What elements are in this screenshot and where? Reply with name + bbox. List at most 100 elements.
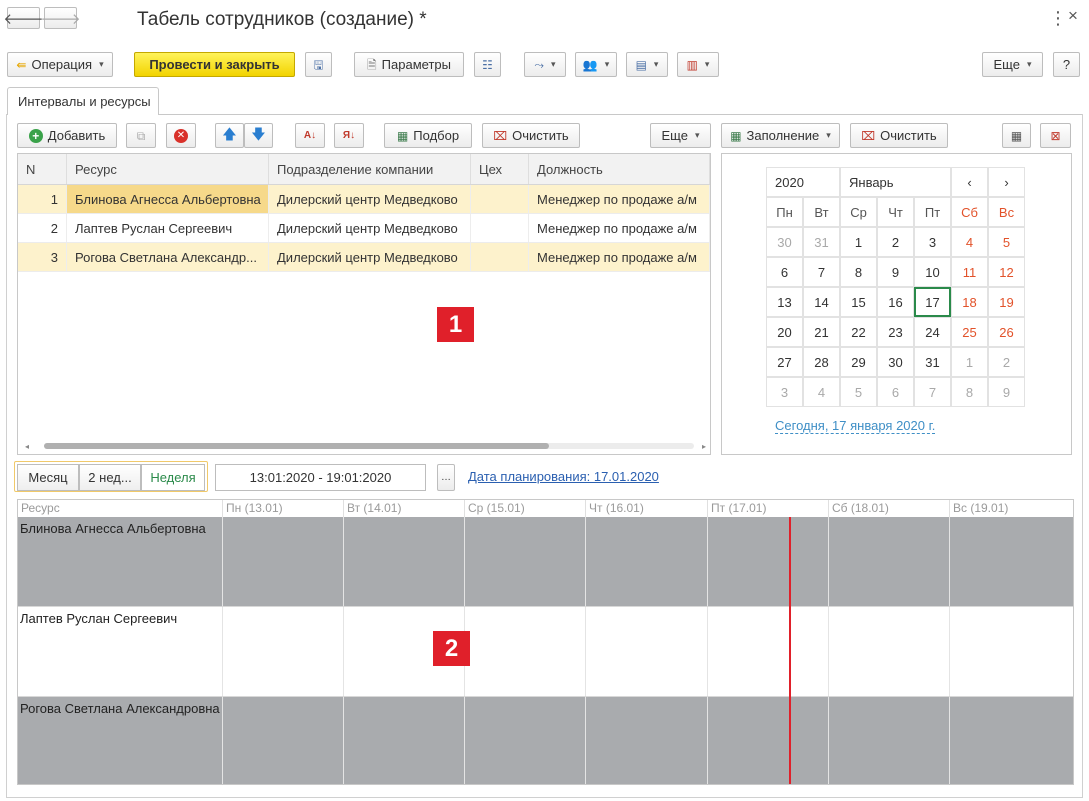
calendar-day[interactable]: 2 <box>877 227 914 257</box>
scroll-left-icon[interactable]: ◂ <box>25 442 29 451</box>
operation-button[interactable]: ⇚ Операция <box>7 52 113 77</box>
scrollbar-thumb[interactable] <box>44 443 549 449</box>
sort-asc-button[interactable]: A↓ <box>295 123 325 148</box>
year-field[interactable]: 2020 <box>766 167 840 197</box>
calendar-day[interactable]: 18 <box>951 287 988 317</box>
calendar-day[interactable]: 13 <box>766 287 803 317</box>
calendar-day[interactable]: 27 <box>766 347 803 377</box>
range-select-button[interactable]: … <box>437 464 455 491</box>
calendar-day[interactable]: 7 <box>803 257 840 287</box>
calendar-day[interactable]: 7 <box>914 377 951 407</box>
delete-button[interactable]: ✕ <box>166 123 196 148</box>
calendar-day[interactable]: 4 <box>951 227 988 257</box>
calendar-day[interactable]: 6 <box>766 257 803 287</box>
menu-dots-icon[interactable]: ⋮ <box>1049 8 1067 29</box>
calendar-day[interactable]: 3 <box>766 377 803 407</box>
month-field[interactable]: Январь <box>840 167 951 197</box>
period-week-button[interactable]: Неделя <box>141 464 205 491</box>
calendar-day[interactable]: 31 <box>803 227 840 257</box>
scroll-right-icon[interactable]: ▸ <box>702 442 706 451</box>
calendar-day[interactable]: 21 <box>803 317 840 347</box>
calendar-day[interactable]: 12 <box>988 257 1025 287</box>
horizontal-scrollbar[interactable] <box>44 443 694 449</box>
next-month-button[interactable]: › <box>988 167 1025 197</box>
add-button[interactable]: + Добавить <box>17 123 117 148</box>
table-clear-button[interactable]: ⊠ <box>1040 123 1071 148</box>
calendar-day[interactable]: 9 <box>988 377 1025 407</box>
save-button[interactable]: 🖫 <box>305 52 332 77</box>
calendar-day[interactable]: 25 <box>951 317 988 347</box>
selection-button[interactable]: ▦ Подбор <box>384 123 472 148</box>
clear-schedule-button[interactable]: ⌧ Очистить <box>850 123 948 148</box>
table-more-button[interactable]: Еще <box>650 123 711 148</box>
calendar-day[interactable]: 11 <box>951 257 988 287</box>
close-icon[interactable]: × <box>1068 6 1078 26</box>
move-down-button[interactable]: 🡇 <box>244 123 273 148</box>
move-up-button[interactable]: 🡅 <box>215 123 244 148</box>
reports-button[interactable]: ▥ <box>677 52 719 77</box>
back-button[interactable]: 🡐 <box>3 7 44 29</box>
calendar-day[interactable]: 2 <box>988 347 1025 377</box>
calendar-day[interactable]: 4 <box>803 377 840 407</box>
calendar-day[interactable]: 15 <box>840 287 877 317</box>
period-2weeks-button[interactable]: 2 нед... <box>79 464 141 491</box>
copy-button[interactable]: ⧉ <box>126 123 156 148</box>
resources-table[interactable]: N Ресурс Подразделение компании Цех Долж… <box>17 153 711 455</box>
calendar-day[interactable]: 5 <box>988 227 1025 257</box>
parameters-button[interactable]: 🗎 Параметры <box>354 52 464 77</box>
calendar-day[interactable]: 17 <box>914 287 951 317</box>
timeline-panel[interactable]: Блинова Агнесса Альбертовна Лаптев Русла… <box>17 499 1074 785</box>
today-link[interactable]: Сегодня, 17 января 2020 г. <box>775 418 936 434</box>
more-button[interactable]: Еще <box>982 52 1043 77</box>
calendar-day[interactable]: 22 <box>840 317 877 347</box>
calendar-button[interactable]: ▦ <box>1002 123 1031 148</box>
calendar-day[interactable]: 26 <box>988 317 1025 347</box>
calendar-day[interactable]: 1 <box>951 347 988 377</box>
users-button[interactable]: 👥 <box>575 52 617 77</box>
create-based-button[interactable]: ⤳ <box>524 52 566 77</box>
prev-month-button[interactable]: ‹ <box>951 167 988 197</box>
calendar-day[interactable]: 8 <box>840 257 877 287</box>
calendar-day[interactable]: 8 <box>951 377 988 407</box>
table-row[interactable]: 2 Лаптев Руслан Сергеевич Дилерский цент… <box>18 214 710 243</box>
structure-button[interactable]: ☷ <box>474 52 501 77</box>
print-button[interactable]: ▤ <box>626 52 668 77</box>
column-position[interactable]: Должность <box>529 154 710 184</box>
date-range-field[interactable]: 13:01:2020 - 19:01:2020 <box>215 464 426 491</box>
table-row[interactable]: 3 Рогова Светлана Александр... Дилерский… <box>18 243 710 272</box>
calendar-day[interactable]: 30 <box>766 227 803 257</box>
calendar-day[interactable]: 29 <box>840 347 877 377</box>
calendar-day[interactable]: 19 <box>988 287 1025 317</box>
column-shop[interactable]: Цех <box>471 154 529 184</box>
planning-date-link[interactable]: Дата планирования: 17.01.2020 <box>468 469 659 484</box>
calendar-day[interactable]: 23 <box>877 317 914 347</box>
post-and-close-button[interactable]: Провести и закрыть <box>134 52 295 77</box>
calendar-day[interactable]: 1 <box>840 227 877 257</box>
fill-button[interactable]: ▦ Заполнение <box>721 123 840 148</box>
calendar-day[interactable]: 9 <box>877 257 914 287</box>
sort-desc-button[interactable]: Я↓ <box>334 123 364 148</box>
calendar-day[interactable]: 30 <box>877 347 914 377</box>
tab-intervals-resources[interactable]: Интервалы и ресурсы <box>7 87 159 115</box>
calendar-day[interactable]: 24 <box>914 317 951 347</box>
calendar-day[interactable]: 5 <box>840 377 877 407</box>
calendar-day[interactable]: 10 <box>914 257 951 287</box>
period-month-button[interactable]: Месяц <box>17 464 79 491</box>
calendar-day[interactable]: 20 <box>766 317 803 347</box>
column-n[interactable]: N <box>18 154 67 184</box>
column-department[interactable]: Подразделение компании <box>269 154 471 184</box>
table-row[interactable]: 1 Блинова Агнесса Альбертовна Дилерский … <box>18 185 710 214</box>
timeline-row[interactable]: Лаптев Руслан Сергеевич <box>18 607 1073 697</box>
timeline-row[interactable]: Блинова Агнесса Альбертовна <box>18 517 1073 607</box>
calendar-day[interactable]: 14 <box>803 287 840 317</box>
forward-button[interactable]: 🡒 <box>40 7 81 29</box>
help-button[interactable]: ? <box>1053 52 1080 77</box>
calendar-day[interactable]: 6 <box>877 377 914 407</box>
clear-table-button[interactable]: ⌧ Очистить <box>482 123 580 148</box>
calendar-day[interactable]: 3 <box>914 227 951 257</box>
timeline-row[interactable]: Рогова Светлана Александровна <box>18 697 1073 784</box>
calendar-day[interactable]: 31 <box>914 347 951 377</box>
calendar-day[interactable]: 28 <box>803 347 840 377</box>
calendar-day[interactable]: 16 <box>877 287 914 317</box>
column-resource[interactable]: Ресурс <box>67 154 269 184</box>
